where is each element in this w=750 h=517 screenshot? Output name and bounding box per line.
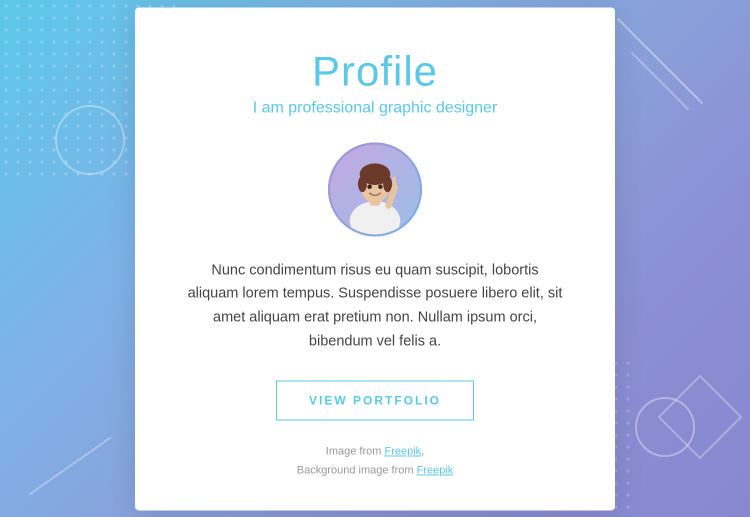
view-portfolio-button[interactable]: VIEW PORTFOLIO — [276, 381, 474, 421]
bio-text: Nunc condimentum risus eu quam suscipit,… — [185, 259, 565, 355]
freepik-link2[interactable]: Freepik — [417, 464, 454, 476]
footer-credit: Image from Freepik, Background image fro… — [185, 443, 565, 480]
page-title: Profile — [185, 47, 565, 95]
avatar-wrapper — [185, 139, 565, 239]
avatar-image — [330, 144, 420, 234]
avatar — [325, 139, 425, 239]
deco-circle-topleft — [55, 105, 125, 175]
credit-line2: Background image from — [297, 464, 417, 476]
freepik-link1[interactable]: Freepik — [384, 446, 421, 458]
profile-subtitle: I am professional graphic designer — [185, 99, 565, 117]
credit-line1: Image from — [326, 446, 385, 458]
profile-card: Profile I am professional graphic design… — [135, 7, 615, 510]
